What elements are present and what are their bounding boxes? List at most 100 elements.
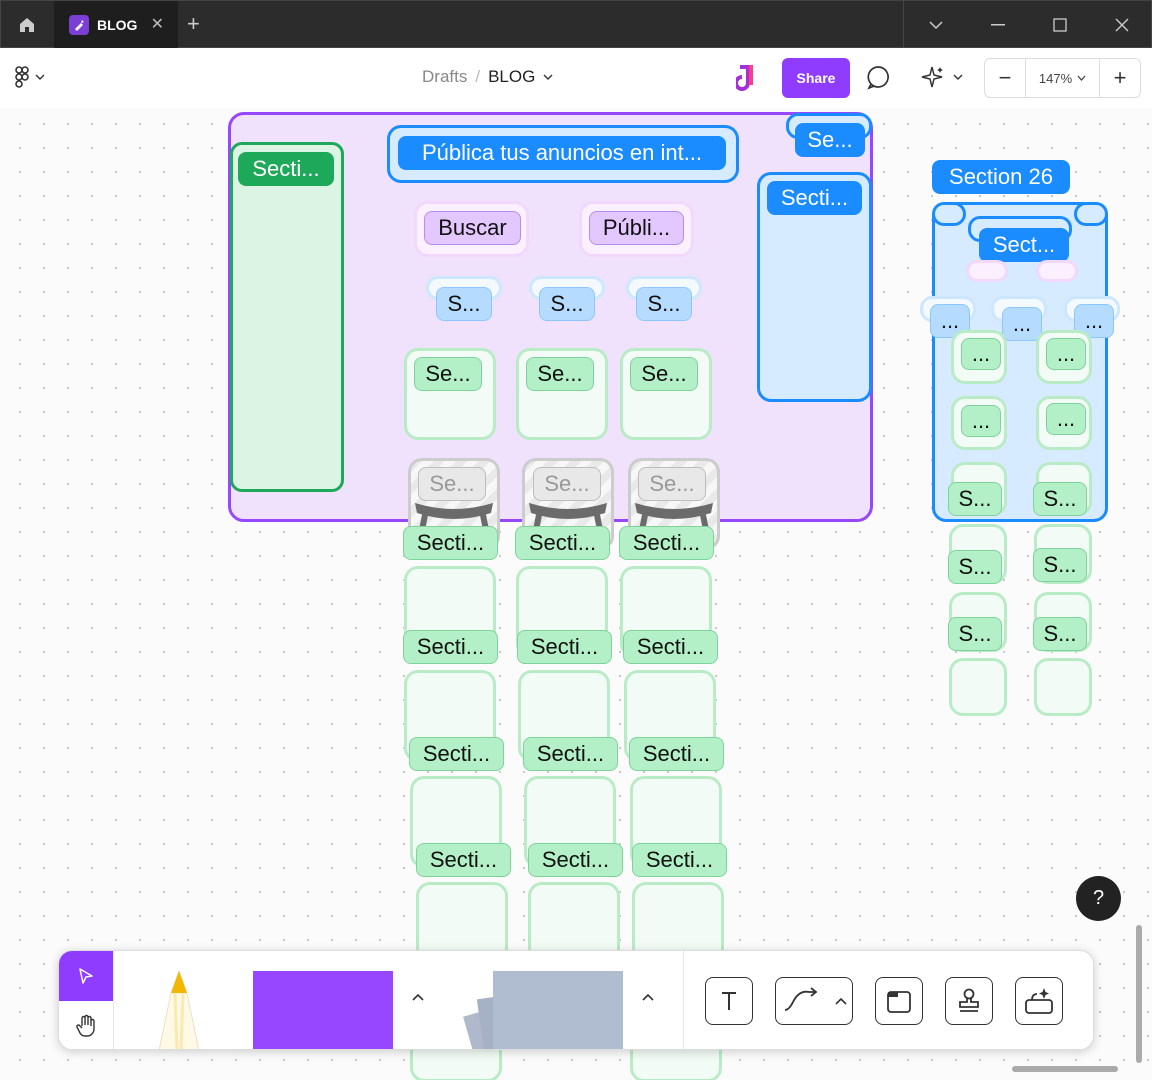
- se-label[interactable]: Se...: [630, 357, 698, 391]
- purple-node[interactable]: [1036, 260, 1078, 282]
- widgets-tool[interactable]: [1015, 977, 1063, 1025]
- main-title-label[interactable]: Pública tus anuncios en int...: [398, 136, 726, 170]
- hand-icon: [76, 1014, 95, 1037]
- zoom-level-dropdown[interactable]: 147%: [1025, 59, 1100, 97]
- ai-sparkle-icon[interactable]: [918, 63, 968, 93]
- s-label[interactable]: S...: [948, 617, 1002, 651]
- zoom-control: − 147% +: [984, 58, 1141, 98]
- s-label[interactable]: S...: [1033, 482, 1087, 516]
- chevron-down-icon[interactable]: [905, 1, 967, 49]
- buscar-label[interactable]: Buscar: [424, 211, 521, 245]
- s-label[interactable]: S...: [539, 287, 595, 321]
- blue-node[interactable]: [932, 202, 966, 226]
- dots-label[interactable]: ...: [961, 338, 1001, 370]
- publi-label[interactable]: Públi...: [589, 211, 684, 245]
- section-label[interactable]: Secti...: [623, 630, 718, 664]
- chevron-down-icon: [35, 74, 45, 80]
- sticky-note-tool[interactable]: [253, 971, 393, 1049]
- s-label[interactable]: S...: [1033, 617, 1087, 651]
- dots-label[interactable]: ...: [1046, 338, 1086, 370]
- s-label[interactable]: S...: [1033, 548, 1087, 582]
- se-label-disabled: Se...: [418, 467, 486, 501]
- se-label[interactable]: Se...: [526, 357, 594, 391]
- pencil-tool[interactable]: [151, 969, 207, 1049]
- zoom-in-button[interactable]: +: [1100, 59, 1140, 97]
- section-label[interactable]: Secti...: [632, 843, 727, 877]
- chevron-up-icon[interactable]: [835, 997, 847, 1005]
- minimize-icon[interactable]: [967, 1, 1029, 49]
- s-label[interactable]: S...: [948, 482, 1002, 516]
- text-icon: [722, 992, 736, 1010]
- dots-label[interactable]: ...: [961, 405, 1001, 437]
- home-icon[interactable]: [1, 1, 53, 49]
- se-label-disabled: Se...: [638, 467, 706, 501]
- figjam-file-icon: [69, 15, 89, 35]
- toolbar-divider: [113, 951, 114, 1049]
- breadcrumb-drafts[interactable]: Drafts: [422, 67, 467, 87]
- se-label-disabled: Se...: [533, 467, 601, 501]
- section-label[interactable]: Sect...: [979, 228, 1069, 262]
- section-label[interactable]: Secti...: [523, 737, 618, 771]
- dots-label[interactable]: ...: [1046, 403, 1086, 435]
- help-button[interactable]: ?: [1076, 876, 1121, 921]
- file-name[interactable]: BLOG: [488, 67, 535, 87]
- vertical-scrollbar[interactable]: [1136, 925, 1142, 1063]
- chevron-down-icon: [1077, 75, 1086, 81]
- dots-label[interactable]: ...: [1002, 307, 1042, 341]
- top-toolbar: Drafts / BLOG Share − 147% +: [0, 48, 1152, 108]
- section-label[interactable]: Secti...: [517, 630, 612, 664]
- stamp-icon: [959, 988, 979, 1012]
- new-tab-button[interactable]: +: [187, 11, 200, 37]
- s-label[interactable]: S...: [436, 287, 492, 321]
- connector-tool[interactable]: [775, 977, 853, 1025]
- close-window-icon[interactable]: [1091, 1, 1152, 49]
- green-card[interactable]: [949, 658, 1007, 716]
- section-label[interactable]: Secti...: [403, 526, 498, 560]
- section-label[interactable]: Secti...: [515, 526, 610, 560]
- comment-icon[interactable]: [866, 64, 896, 94]
- breadcrumb-separator: /: [475, 67, 481, 86]
- maximize-icon[interactable]: [1029, 1, 1091, 49]
- figma-logo-icon: [15, 66, 29, 88]
- text-tool[interactable]: [705, 977, 753, 1025]
- connector-icon: [784, 987, 818, 1011]
- s-label[interactable]: S...: [636, 287, 692, 321]
- green-section[interactable]: [230, 142, 344, 492]
- section-label[interactable]: Secti...: [238, 152, 334, 186]
- chevron-up-icon[interactable]: [411, 989, 431, 1009]
- bottom-toolbar: [58, 950, 1094, 1050]
- chevron-up-icon[interactable]: [641, 989, 661, 1009]
- stamp-tool[interactable]: [945, 977, 993, 1025]
- hand-tool[interactable]: [59, 1001, 113, 1049]
- section-label[interactable]: Secti...: [528, 843, 623, 877]
- main-menu-button[interactable]: [14, 66, 45, 88]
- section-label[interactable]: Se...: [795, 123, 865, 157]
- blue-node[interactable]: [1074, 202, 1108, 226]
- zoom-level: 147%: [1038, 70, 1073, 86]
- toolbar-divider: [683, 951, 684, 1049]
- section-tool[interactable]: [875, 977, 923, 1025]
- se-label[interactable]: Se...: [414, 357, 482, 391]
- section-label[interactable]: Secti...: [629, 737, 724, 771]
- section-label[interactable]: Secti...: [619, 526, 714, 560]
- share-button[interactable]: Share: [782, 58, 850, 98]
- s-label[interactable]: S...: [948, 550, 1002, 584]
- tab-blog[interactable]: BLOG ✕: [54, 1, 178, 49]
- breadcrumb: Drafts / BLOG: [422, 67, 553, 87]
- green-card[interactable]: [1034, 658, 1092, 716]
- avatar[interactable]: [734, 63, 758, 93]
- chevron-down-icon[interactable]: [543, 74, 553, 80]
- title-bar: BLOG ✕ +: [0, 0, 1152, 49]
- section-label[interactable]: Secti...: [403, 630, 498, 664]
- select-tool[interactable]: [59, 951, 113, 1001]
- section-26-title[interactable]: Section 26: [932, 160, 1070, 194]
- section-label[interactable]: Secti...: [767, 181, 862, 215]
- purple-node[interactable]: [966, 260, 1008, 282]
- section-label[interactable]: Secti...: [416, 843, 511, 877]
- zoom-out-button[interactable]: −: [985, 59, 1025, 97]
- section-label[interactable]: Secti...: [409, 737, 504, 771]
- canvas[interactable]: Secti... Pública tus anuncios en int... …: [0, 108, 1152, 1080]
- shapes-tool[interactable]: [459, 969, 627, 1049]
- close-tab-icon[interactable]: ✕: [151, 14, 164, 34]
- horizontal-scrollbar[interactable]: [1012, 1066, 1118, 1072]
